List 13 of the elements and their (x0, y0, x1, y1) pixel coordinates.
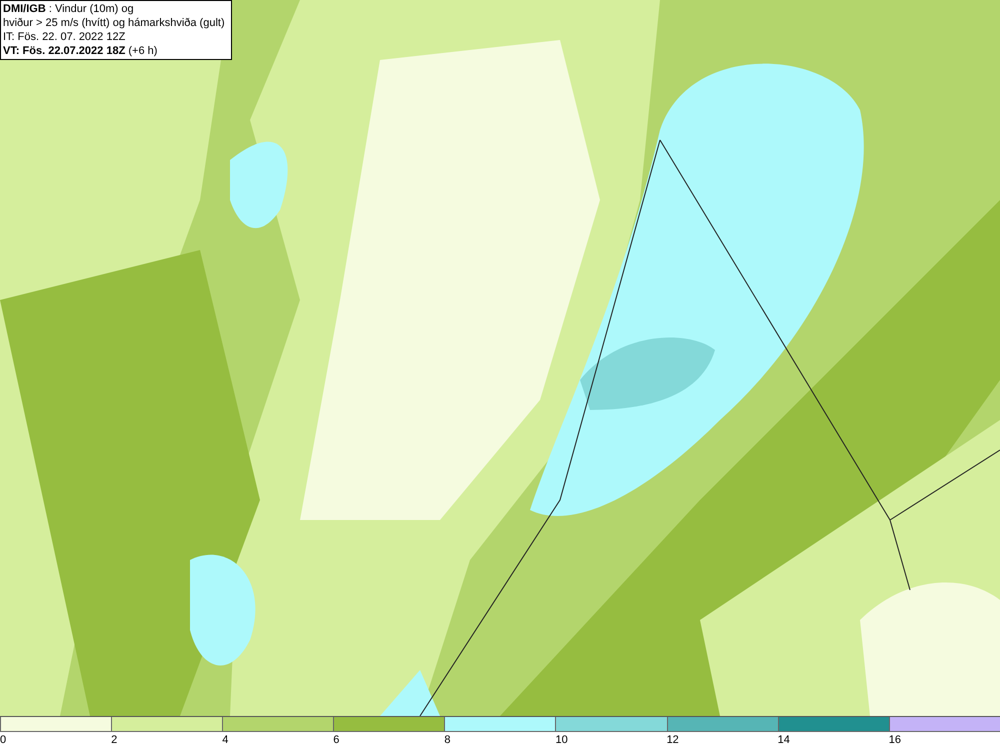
legend-label: 14 (778, 733, 790, 747)
legend-label: 0 (0, 733, 6, 747)
legend-label: 8 (444, 733, 450, 747)
legend-label: 12 (666, 733, 679, 747)
map-info-text: DMI/IGB : Vindur (10m) og (3, 2, 135, 16)
legend-label: 16 (888, 733, 901, 747)
map-info-text: hviður > 25 m/s (hvítt) og hámarkshviða (gult) (3, 16, 226, 30)
legend-label: 4 (222, 733, 228, 747)
legend-label: 10 (555, 733, 568, 747)
map-info-text: IT: Fös. 22. 07. 2022 12Z (3, 30, 126, 44)
map-info-text: VT: Fös. 22.07.2022 18Z (+6 h) (3, 44, 158, 58)
legend-label: 2 (111, 733, 118, 747)
legend-label: 6 (333, 733, 340, 747)
